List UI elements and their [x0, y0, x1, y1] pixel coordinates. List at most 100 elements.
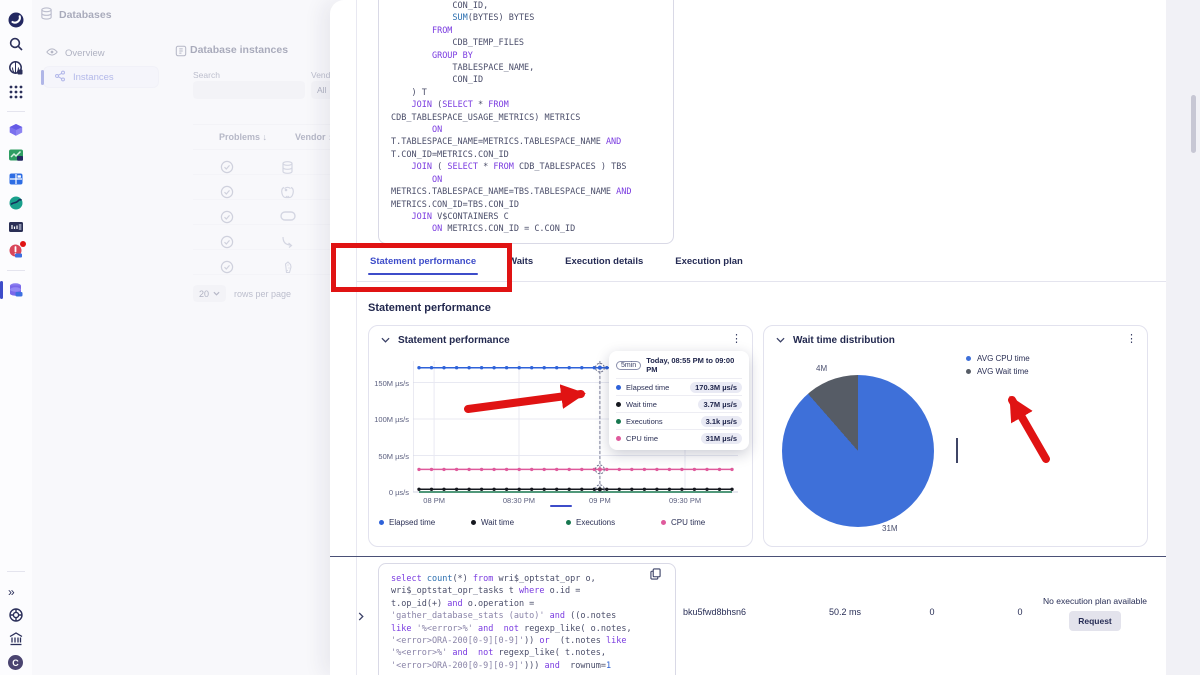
series-dot [616, 401, 621, 407]
tooltip-row: Executions 3.1k µs/s [616, 412, 742, 429]
rail-divider [7, 571, 25, 572]
search-input[interactable] [193, 81, 305, 99]
vendor-select[interactable] [311, 81, 330, 99]
y-axis-tick: 0 µs/s [388, 488, 409, 497]
search-icon[interactable] [8, 36, 24, 52]
legend-dot [379, 520, 384, 525]
legend-item[interactable]: CPU time [661, 518, 705, 527]
tab-divider [356, 281, 1166, 282]
panel-title: Database instances [190, 44, 289, 56]
legend-item[interactable]: AVG Wait time [966, 367, 1029, 376]
panel-icon [175, 44, 187, 62]
kebab-menu-icon[interactable]: ⋮ [1126, 332, 1137, 345]
sql-statement-code-block: select count(*) from wri$_optstat_opr o,… [378, 563, 676, 675]
scrollbar-gutter [1166, 0, 1200, 675]
series-value: 170.3M µs/s [690, 381, 742, 393]
request-plan-button[interactable]: Request [1069, 611, 1121, 631]
x-axis-tick: 08:30 PM [502, 496, 535, 505]
legend-item[interactable]: AVG CPU time [966, 354, 1030, 363]
rail-divider [7, 111, 25, 112]
copy-icon[interactable] [650, 567, 661, 585]
y-axis-tick: 50M µs/s [378, 451, 409, 461]
table-row[interactable] [193, 200, 330, 225]
card-title: Wait time distribution [793, 335, 895, 346]
tab-bar: Statement performance Waits Execution deta… [368, 252, 745, 281]
help-icon[interactable] [8, 607, 24, 623]
dynatrace-logo[interactable] [8, 12, 24, 28]
databases-app-icon[interactable] [0, 281, 24, 299]
notebooks-app-icon[interactable] [8, 147, 24, 163]
apps-grid-icon[interactable] [8, 84, 24, 100]
table-row[interactable] [193, 175, 330, 200]
pagination: 20 rows per page [193, 285, 291, 302]
tab-statement-performance[interactable]: Statement performance [368, 252, 479, 276]
collapse-chevron-icon[interactable] [776, 335, 785, 346]
table-row[interactable] [193, 150, 330, 175]
rows-per-page-select[interactable]: 20 [193, 285, 227, 302]
x-axis-tick: 08 PM [423, 496, 445, 505]
database-instances-panel: Database instances Search Vendor Problem… [175, 40, 330, 640]
table-header: Problems ↓ Vendor ↕ [193, 124, 330, 150]
expand-rail-icon[interactable]: » [8, 583, 24, 599]
series-value: 3.1k µs/s [700, 415, 742, 427]
active-indicator [41, 70, 44, 85]
legend-item[interactable]: Elapsed time [379, 518, 435, 527]
databases-side-panel: Databases Overview Instances Database in… [32, 0, 330, 675]
extensions-app-icon[interactable] [8, 219, 24, 235]
copilot-icon[interactable] [8, 60, 24, 76]
table-row[interactable] [193, 250, 330, 275]
tab-execution-details[interactable]: Execution details [563, 252, 645, 276]
sql-statement-text: select count(*) from wri$_optstat_opr o,… [391, 574, 632, 671]
legend-dot [661, 520, 666, 525]
section-title: Statement performance [368, 302, 491, 315]
user-avatar[interactable]: C [8, 655, 24, 671]
pie-slice-label: 31M [882, 524, 898, 533]
problems-app-icon[interactable] [8, 241, 26, 259]
zoom-range-indicator[interactable] [550, 505, 572, 507]
legend-dot [966, 369, 971, 374]
series-value: 31M µs/s [700, 432, 742, 444]
chart-tooltip: 5min Today, 08:55 PM to 09:00 PM Elapsed… [609, 351, 749, 450]
tooltip-time-range: Today, 08:55 PM to 09:00 PM [646, 356, 735, 374]
sidebar-item-instances[interactable]: Instances [41, 66, 159, 88]
column-vendor[interactable]: Vendor ↕ [295, 132, 330, 142]
legend-dot [471, 520, 476, 525]
sidebar-item-overview[interactable]: Overview [46, 46, 105, 61]
collapse-chevron-icon[interactable] [381, 335, 390, 346]
app-rail: » C [0, 0, 32, 675]
legend-dot [966, 356, 971, 361]
pie-slice-label: 4M [816, 364, 828, 373]
tooltip-row: Wait time 3.7M µs/s [616, 395, 742, 412]
interval-chip: 5min [616, 360, 642, 370]
legend-item[interactable]: Wait time [471, 518, 514, 527]
duration-value: 50.2 ms [828, 607, 861, 617]
sql-query-text: CON_ID, SUM(BYTES) BYTES FROM CDB_TEMP_F… [391, 1, 632, 235]
y-axis-tick: 100M µs/s [374, 415, 409, 424]
databases-icon [40, 7, 53, 23]
text-cursor [956, 438, 958, 463]
academy-icon[interactable] [8, 631, 24, 647]
pie-chart[interactable] [782, 375, 934, 527]
sidebar-item-label: Instances [73, 71, 114, 83]
legend-item[interactable]: Executions [566, 518, 615, 527]
tab-execution-plan[interactable]: Execution plan [673, 252, 745, 276]
series-dot [616, 435, 621, 441]
dimmed-overlay: Databases Overview Instances Database in… [32, 0, 330, 675]
kubernetes-app-icon[interactable] [8, 123, 24, 139]
legend-dot [566, 520, 571, 525]
tab-waits[interactable]: Waits [506, 252, 535, 276]
rows-per-page-label: rows per page [234, 288, 292, 299]
rows-value: 0 [1017, 607, 1023, 617]
tooltip-row: CPU time 31M µs/s [616, 429, 742, 446]
clouds-app-icon[interactable] [8, 195, 24, 211]
statement-detail-panel: CON_ID, SUM(BYTES) BYTES FROM CDB_TEMP_F… [330, 0, 1166, 675]
dashboards-app-icon[interactable] [8, 171, 24, 187]
y-axis-tick: 150M µs/s [374, 378, 409, 388]
x-axis-tick: 09 PM [589, 496, 611, 505]
scrollbar-thumb[interactable] [1191, 95, 1196, 153]
table-row[interactable] [193, 225, 330, 250]
expand-row-chevron-icon[interactable] [358, 608, 364, 626]
rail-divider [7, 270, 25, 271]
kebab-menu-icon[interactable]: ⋮ [731, 332, 742, 345]
column-problems[interactable]: Problems ↓ [219, 132, 267, 142]
